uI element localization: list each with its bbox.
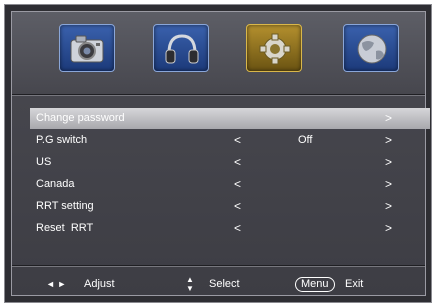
category-tab-bar <box>12 12 425 84</box>
tab-setup[interactable] <box>246 24 302 72</box>
menu-item-reset-rrt[interactable]: Reset RRT < > <box>30 218 430 239</box>
headphones-icon <box>165 34 199 64</box>
menu-item-label: RRT setting <box>36 200 94 212</box>
menu-panel: Change password > P.G switch < Off > US … <box>11 11 430 298</box>
left-arrow-icon: < <box>234 221 242 235</box>
menu-key-icon: Menu <box>295 277 335 292</box>
right-arrow-icon: > <box>385 133 393 147</box>
globe-icon <box>357 34 387 64</box>
right-arrow-icon: > <box>385 221 393 235</box>
exit-hint: Exit <box>345 278 364 290</box>
menu-item-rrt-setting[interactable]: RRT setting < > <box>30 196 430 217</box>
menu-item-label: Canada <box>36 178 75 190</box>
menu-item-change-password[interactable]: Change password > <box>30 108 430 129</box>
tv-menu-frame: Change password > P.G switch < Off > US … <box>4 4 432 303</box>
up-down-arrows-icon: ▲ ▼ <box>186 275 194 293</box>
right-arrow-icon: > <box>385 199 393 213</box>
menu-item-label: Reset RRT <box>36 222 94 234</box>
gear-icon <box>259 33 291 65</box>
right-arrow-icon: > <box>385 177 393 191</box>
menu-item-label: Change password <box>36 112 125 124</box>
divider-bottom <box>12 265 425 266</box>
key-hint-bar: ◄ ► Adjust ▲ ▼ Select Menu Exit <box>12 270 425 298</box>
menu-item-pg-switch[interactable]: P.G switch < Off > <box>30 130 430 151</box>
tab-option[interactable] <box>343 24 399 72</box>
left-arrow-icon: < <box>234 177 242 191</box>
left-right-arrows-icon: ◄ ► <box>46 279 67 289</box>
tab-picture[interactable] <box>59 24 115 72</box>
lock-menu-list: Change password > P.G switch < Off > US … <box>30 108 430 240</box>
left-arrow-icon: < <box>234 155 242 169</box>
menu-item-canada[interactable]: Canada < > <box>30 174 430 195</box>
menu-item-value: Off <box>298 134 313 146</box>
left-arrow-icon: < <box>234 133 242 147</box>
menu-item-us[interactable]: US < > <box>30 152 430 173</box>
select-hint: Select <box>209 278 240 290</box>
menu-item-label: US <box>36 156 52 168</box>
adjust-hint: Adjust <box>84 278 115 290</box>
camera-icon <box>70 35 104 63</box>
left-arrow-icon: < <box>234 199 242 213</box>
right-arrow-icon: > <box>385 155 393 169</box>
divider-top <box>12 94 425 95</box>
tab-sound[interactable] <box>153 24 209 72</box>
menu-item-label: P.G switch <box>36 134 88 146</box>
right-arrow-icon: > <box>385 111 393 125</box>
